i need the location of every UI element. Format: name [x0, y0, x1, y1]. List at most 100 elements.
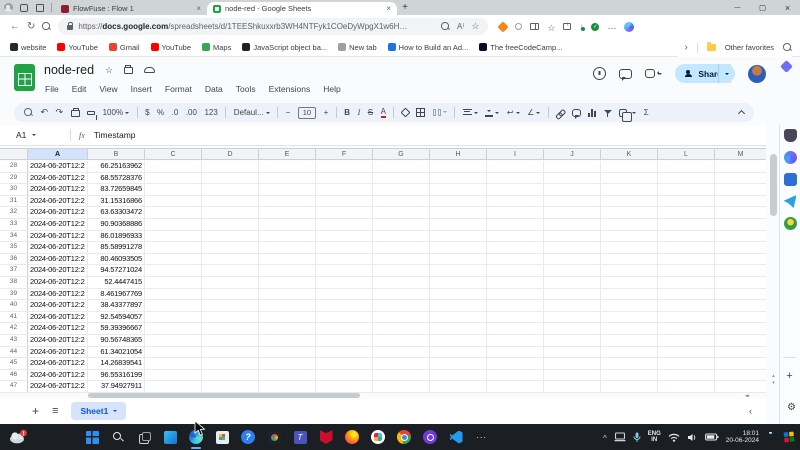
cell-empty[interactable]	[316, 231, 373, 242]
cell-empty[interactable]	[715, 231, 766, 242]
get-addons-icon[interactable]	[786, 366, 792, 384]
italic-button[interactable]: I	[358, 108, 361, 117]
cell-empty[interactable]	[658, 277, 715, 288]
merge-cells-icon[interactable]	[433, 109, 447, 116]
cell-empty[interactable]	[145, 219, 202, 230]
select-all-corner[interactable]	[0, 149, 28, 159]
cell-empty[interactable]	[715, 323, 766, 334]
cell-empty[interactable]	[316, 196, 373, 207]
insert-chart-icon[interactable]	[588, 109, 596, 117]
cell-empty[interactable]	[259, 335, 316, 346]
cell-empty[interactable]	[715, 207, 766, 218]
side-panel-addon-icon[interactable]	[784, 173, 797, 186]
cell-empty[interactable]	[259, 370, 316, 381]
cell-empty[interactable]	[202, 300, 259, 311]
cell-empty[interactable]	[316, 207, 373, 218]
functions-button[interactable]: Σ	[644, 108, 649, 117]
cell-empty[interactable]	[715, 265, 766, 276]
vertical-scrollbar-thumb[interactable]	[770, 154, 777, 216]
cell-empty[interactable]	[544, 184, 601, 195]
cell-empty[interactable]	[601, 161, 658, 172]
row-header[interactable]: 29	[0, 173, 28, 184]
volume-icon[interactable]	[687, 433, 698, 442]
cell-empty[interactable]	[145, 242, 202, 253]
cell-empty[interactable]	[145, 184, 202, 195]
tab-flowfuse[interactable]: FlowFuse : Flow 1	[55, 2, 207, 15]
cell-empty[interactable]	[259, 196, 316, 207]
cell-empty[interactable]	[601, 370, 658, 381]
column-header[interactable]: L	[658, 149, 715, 159]
cell-empty[interactable]	[202, 207, 259, 218]
star-document-icon[interactable]	[105, 66, 113, 75]
row-header[interactable]: 46	[0, 370, 28, 381]
increase-decimal-button[interactable]: .00	[186, 108, 197, 117]
cell-value[interactable]: 92.54594057	[88, 312, 145, 323]
cell-empty[interactable]	[430, 358, 487, 369]
cell-empty[interactable]	[373, 289, 430, 300]
cell-empty[interactable]	[715, 370, 766, 381]
cell-empty[interactable]	[202, 312, 259, 323]
increase-font-size-button[interactable]: +	[324, 108, 329, 117]
cell-empty[interactable]	[544, 219, 601, 230]
cell-empty[interactable]	[430, 289, 487, 300]
cell-empty[interactable]	[316, 265, 373, 276]
cell-empty[interactable]	[259, 184, 316, 195]
close-tab-icon[interactable]	[196, 5, 201, 13]
cell-empty[interactable]	[715, 312, 766, 323]
cell-timestamp[interactable]: 2024-06-20T12:2	[28, 335, 88, 346]
bold-button[interactable]: B	[344, 108, 350, 117]
taskbar-app-icon[interactable]	[110, 429, 126, 445]
cell-empty[interactable]	[373, 335, 430, 346]
cell-empty[interactable]	[145, 312, 202, 323]
cell-empty[interactable]	[373, 242, 430, 253]
meet-button[interactable]	[645, 69, 662, 78]
row-header[interactable]: 31	[0, 196, 28, 207]
vertical-scrollbar[interactable]	[769, 152, 778, 388]
cell-empty[interactable]	[373, 231, 430, 242]
cell-empty[interactable]	[316, 219, 373, 230]
bookmark-item[interactable]: YouTube	[57, 43, 97, 52]
cell-value[interactable]: 94.57271024	[88, 265, 145, 276]
bookmark-item[interactable]: Maps	[202, 43, 231, 52]
bookmarks-overflow-icon[interactable]	[684, 42, 687, 53]
cell-empty[interactable]	[259, 381, 316, 392]
bookmark-item[interactable]: The freeCodeCamp...	[479, 43, 562, 52]
cell-empty[interactable]	[202, 289, 259, 300]
cell-empty[interactable]	[658, 347, 715, 358]
comments-icon[interactable]	[619, 69, 632, 79]
cell-empty[interactable]	[202, 347, 259, 358]
cell-empty[interactable]	[715, 196, 766, 207]
wifi-icon[interactable]	[668, 433, 680, 442]
cell-empty[interactable]	[145, 207, 202, 218]
filter-views-button[interactable]	[619, 109, 636, 117]
menu-item[interactable]: Format	[165, 84, 192, 94]
side-panel-addon-icon[interactable]	[784, 129, 797, 142]
taskbar-app-icon[interactable]	[422, 429, 438, 445]
text-wrap-button[interactable]	[507, 108, 520, 117]
cell-timestamp[interactable]: 2024-06-20T12:2	[28, 381, 88, 392]
cell-empty[interactable]	[316, 254, 373, 265]
cell-empty[interactable]	[373, 254, 430, 265]
cell-empty[interactable]	[145, 358, 202, 369]
language-indicator[interactable]: ENG IN	[648, 431, 661, 444]
share-dropdown-button[interactable]	[718, 64, 735, 83]
extension-icon[interactable]	[515, 23, 522, 30]
minimize-button[interactable]	[725, 0, 750, 15]
cell-empty[interactable]	[658, 184, 715, 195]
close-window-button[interactable]	[775, 0, 800, 15]
cell-empty[interactable]	[202, 323, 259, 334]
cell-empty[interactable]	[544, 289, 601, 300]
cell-value[interactable]: 68.55728376	[88, 173, 145, 184]
vertical-align-button[interactable]	[485, 109, 499, 117]
cell-timestamp[interactable]: 2024-06-20T12:2	[28, 207, 88, 218]
cell-empty[interactable]	[601, 381, 658, 392]
cell-empty[interactable]	[430, 207, 487, 218]
cell-empty[interactable]	[601, 277, 658, 288]
cell-empty[interactable]	[430, 300, 487, 311]
print-icon[interactable]	[71, 110, 80, 117]
paint-format-icon[interactable]	[87, 111, 95, 115]
row-header[interactable]: 38	[0, 277, 28, 288]
cell-empty[interactable]	[544, 312, 601, 323]
taskbar-app-icon[interactable]	[162, 429, 178, 445]
move-to-folder-icon[interactable]	[124, 67, 133, 74]
